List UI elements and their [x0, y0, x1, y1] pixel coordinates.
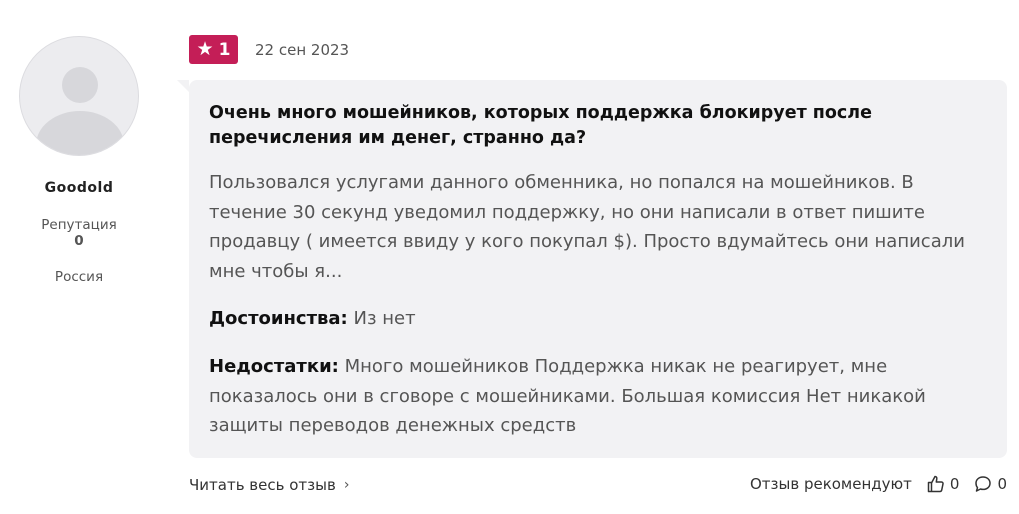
avatar[interactable] [19, 36, 139, 156]
comments-count: 0 [997, 475, 1007, 493]
star-icon: ★ [196, 38, 214, 60]
rating-value: 1 [218, 39, 231, 60]
review-card: Очень много мошейников, которых поддержк… [177, 80, 1007, 458]
reputation-label: Репутация [41, 217, 117, 233]
comment-icon [975, 476, 992, 492]
read-more-label: Читать весь отзыв [189, 476, 336, 494]
recommend-label: Отзыв рекомендуют [749, 475, 912, 493]
review-date: 22 сен 2023 [255, 41, 350, 59]
author-country: Россия [54, 269, 104, 285]
read-more-link[interactable]: Читать весь отзыв › [189, 476, 349, 494]
review-cons: Недостатки: Много мошейников Поддержка н… [209, 352, 994, 441]
author-name[interactable]: Goodold [0, 180, 158, 196]
pros-text: Из нет [353, 308, 416, 329]
reputation-value: 0 [74, 233, 84, 249]
thumbs-up-icon [927, 475, 944, 493]
cons-label: Недостатки: [209, 356, 339, 377]
likes-count: 0 [949, 475, 960, 493]
user-placeholder-icon [36, 67, 124, 155]
rating-badge: ★ 1 [189, 35, 238, 64]
chevron-right-icon: › [343, 477, 350, 493]
comments-button[interactable]: 0 [973, 474, 1007, 494]
review-actions: Отзыв рекомендуют 0 0 [750, 474, 1007, 494]
pros-label: Достоинства: [209, 308, 348, 329]
like-button[interactable]: 0 [926, 474, 960, 494]
review-title[interactable]: Очень много мошейников, которых поддержк… [209, 101, 994, 151]
review-pros: Достоинства: Из нет [209, 304, 994, 334]
review-text: Пользовался услугами данного обменника, … [209, 172, 965, 282]
